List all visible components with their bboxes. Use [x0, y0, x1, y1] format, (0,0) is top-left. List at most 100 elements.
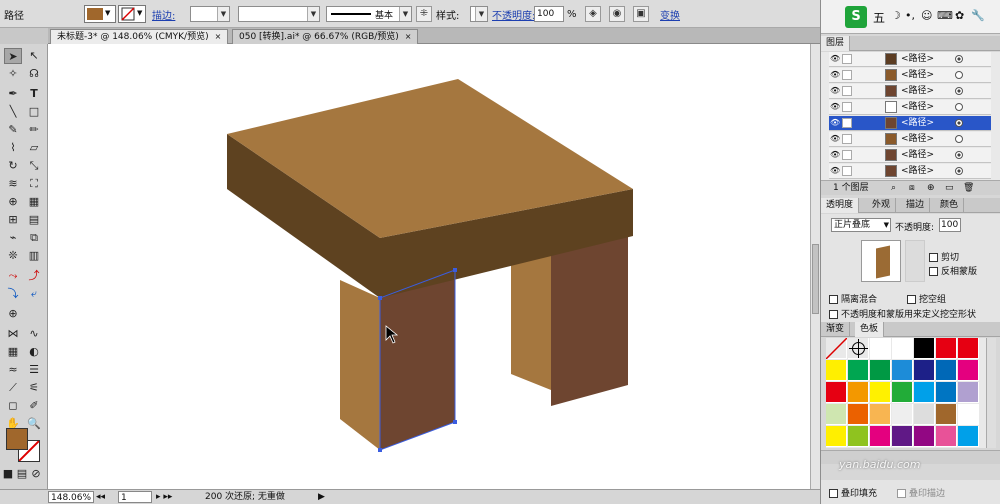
convert-anchor-tool-icon[interactable]: ⤴ [25, 268, 43, 284]
tab-gradient[interactable]: 渐变 [821, 322, 851, 337]
front-left-leg-dark-face[interactable] [380, 270, 455, 450]
tab-layers[interactable]: 图层 [821, 36, 851, 51]
target-icon[interactable] [955, 167, 963, 175]
recolor-artwork-icon[interactable]: ◈ [585, 6, 601, 22]
magic-wand-tool-icon[interactable]: ✧ [4, 66, 22, 82]
fill-swatch[interactable]: ▼ [84, 5, 116, 23]
free-transform-tool-icon[interactable]: ⛶ [25, 176, 43, 192]
target-icon[interactable] [955, 119, 963, 127]
lock-toggle[interactable] [842, 150, 852, 160]
opacity-mask-slot[interactable] [905, 240, 925, 282]
swatch-cell[interactable] [936, 338, 957, 359]
rectangle-tool-icon[interactable]: □ [25, 104, 43, 120]
swatch-registration[interactable] [848, 338, 869, 359]
swatch-cell[interactable] [892, 404, 913, 425]
opacity-mask-knockout-checkbox[interactable]: 不透明度和蒙版用来定义挖空形状 [829, 307, 976, 320]
line-tool-icon[interactable]: ╲ [4, 104, 22, 120]
lock-toggle[interactable] [842, 86, 852, 96]
artboard-nav-prev-icon[interactable]: ◂◂ [96, 491, 116, 503]
symbol-options-icon[interactable]: ⁜ [416, 6, 432, 22]
checkbox-box[interactable] [907, 295, 916, 304]
swatch-cell[interactable] [870, 404, 891, 425]
blend-tool-icon[interactable]: ⧉ [25, 230, 43, 246]
wave-tool-icon[interactable]: ∿ [25, 326, 43, 342]
column-graph-tool-icon[interactable]: ▥ [25, 248, 43, 264]
eraser-tool-icon[interactable]: ▱ [25, 140, 43, 156]
swatch-cell[interactable] [936, 404, 957, 425]
wrench-icon[interactable]: 🔧 [971, 9, 985, 22]
eye-icon[interactable]: 👁 [830, 151, 840, 159]
new-sublayer-icon[interactable]: ⊕ [927, 181, 935, 195]
tab-transparency[interactable]: 透明度 [821, 198, 860, 213]
transparency-opacity-input[interactable]: 100 [939, 218, 961, 232]
swatch-cell[interactable] [958, 404, 979, 425]
crosshair-tool-icon[interactable]: ⊕ [4, 306, 22, 322]
swatch-cell[interactable] [870, 426, 891, 447]
swatch-cell[interactable] [914, 404, 935, 425]
live-paint-tool-icon[interactable]: ▦ [25, 194, 43, 210]
locate-object-icon[interactable]: ⌕ [891, 181, 896, 195]
mesh-tool-icon[interactable]: ⋈ [4, 326, 22, 342]
delete-layer-icon[interactable]: 🗑 [963, 181, 974, 195]
eye-icon[interactable]: 👁 [830, 135, 840, 143]
target-icon[interactable] [955, 55, 963, 63]
new-layer-icon[interactable]: ▭ [945, 181, 954, 195]
clip-checkbox[interactable]: 剪切 [929, 250, 959, 263]
artboard-canvas[interactable] [48, 44, 810, 489]
swatch-cell[interactable] [958, 426, 979, 447]
make-clipping-mask-icon[interactable]: ⧈ [909, 181, 915, 195]
knockout-group-checkbox[interactable]: 挖空组 [907, 292, 946, 305]
layer-row[interactable]: 👁 <路径> [829, 164, 991, 179]
list-tool-icon[interactable]: ☰ [25, 362, 43, 378]
swatch-cell[interactable] [892, 360, 913, 381]
blob-brush-tool-icon[interactable]: ⌇ [4, 140, 22, 156]
layer-row[interactable]: 👁 <路径> [829, 148, 991, 163]
back-right-leg-dark-face[interactable] [551, 232, 628, 406]
reshape-tool-icon[interactable]: ⤶ [25, 286, 43, 302]
variable-width-profile-select[interactable]: ▼ [238, 6, 320, 22]
blend-mode-select[interactable]: 正片叠底 ▼ [831, 218, 891, 232]
swatch-cell[interactable] [826, 404, 847, 425]
stroke-label-link[interactable]: 描边: [152, 0, 186, 28]
zoom-level-field[interactable]: 148.06% [48, 491, 94, 503]
swatch-cell[interactable] [870, 338, 891, 359]
swatch-cell[interactable] [958, 360, 979, 381]
checkbox-box[interactable] [829, 295, 838, 304]
swatch-cell[interactable] [914, 382, 935, 403]
tab-color[interactable]: 颜色 [935, 198, 965, 213]
anchor-point-tool-icon[interactable]: ⤳ [4, 268, 22, 284]
target-icon[interactable] [955, 151, 963, 159]
lock-toggle[interactable] [842, 54, 852, 64]
punctuation-icon[interactable]: •, [905, 9, 915, 22]
swatch-none[interactable] [826, 338, 848, 360]
swatch-cell[interactable] [826, 382, 847, 403]
brush-definition-select[interactable]: 基本 ▼ [326, 6, 412, 22]
checkbox-box[interactable] [897, 489, 906, 498]
anchor-point[interactable] [378, 448, 382, 452]
symbol-sprayer-tool-icon[interactable]: ❊ [4, 248, 22, 264]
layer-row[interactable]: 👁 <路径> [829, 132, 991, 147]
gradient-mode-icon[interactable]: ▤ [16, 466, 28, 482]
artboard-number-field[interactable]: 1 [118, 491, 152, 503]
target-icon[interactable] [955, 87, 963, 95]
eye-icon[interactable]: 👁 [830, 119, 840, 127]
rotate-tool-icon[interactable]: ↻ [4, 158, 22, 174]
close-icon[interactable]: × [215, 32, 222, 41]
skin-icon[interactable]: ✿ [955, 9, 964, 22]
slice-tool-icon[interactable]: ⟋ [4, 380, 22, 396]
checkbox-box[interactable] [829, 489, 838, 498]
tab-document-2[interactable]: 050 [转换].ai* @ 66.67% (RGB/预览) × [232, 29, 418, 44]
target-icon[interactable] [955, 71, 963, 79]
keyboard-icon[interactable]: ⌨ [937, 9, 953, 22]
scale-tool-icon[interactable]: ⤡ [25, 158, 43, 174]
eye-icon[interactable]: 👁 [830, 103, 840, 111]
swatch-cell[interactable] [870, 382, 891, 403]
width-tool-icon[interactable]: ⤵ [4, 286, 22, 302]
swatch-cell[interactable] [914, 360, 935, 381]
swatch-cell[interactable] [958, 382, 979, 403]
vertical-scrollbar[interactable] [810, 44, 820, 489]
selection-tool-icon[interactable]: ➤ [4, 48, 22, 64]
swatch-cell[interactable] [892, 382, 913, 403]
front-left-leg-light-face[interactable] [340, 280, 380, 450]
swatch-cell[interactable] [958, 338, 979, 359]
